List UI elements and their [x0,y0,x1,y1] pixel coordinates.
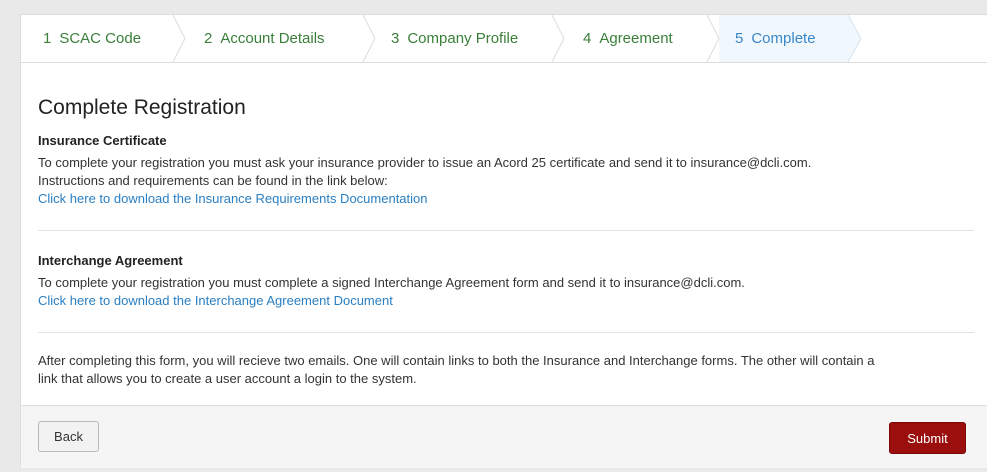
step-complete[interactable]: 5 Complete [735,15,816,62]
step-label: Company Profile [407,30,519,47]
active-step-chevron [848,15,862,62]
email-note-line2: link that allows you to create a user ac… [38,371,417,386]
step-number: 1 [43,30,52,47]
interchange-text-line1: To complete your registration you must c… [38,275,745,290]
step-agreement[interactable]: 4 Agreement [583,15,673,62]
step-number: 2 [204,30,213,47]
step-separator-chevron [551,15,565,62]
step-number: 4 [583,30,592,47]
back-button[interactable]: Back [38,421,99,452]
email-note: After completing this form, you will rec… [38,352,976,388]
step-label: Agreement [599,30,673,47]
insurance-section: Insurance Certificate To complete your r… [38,133,976,208]
page-title: Complete Registration [38,96,246,119]
insurance-download-link[interactable]: Click here to download the Insurance Req… [38,190,428,208]
insurance-text-line1: To complete your registration you must a… [38,155,812,170]
interchange-download-link[interactable]: Click here to download the Interchange A… [38,292,393,310]
step-label: Account Details [220,30,325,47]
interchange-section: Interchange Agreement To complete your r… [38,253,976,310]
step-company-profile[interactable]: 3 Company Profile [391,15,518,62]
step-label: Complete [751,30,816,47]
step-label: SCAC Code [59,30,142,47]
step-separator-chevron [172,15,186,62]
step-scac-code[interactable]: 1 SCAC Code [43,15,141,62]
step-separator-chevron [706,15,720,62]
section-divider [38,332,974,333]
section-divider [38,230,974,231]
interchange-heading: Interchange Agreement [38,253,183,268]
step-separator-chevron [362,15,376,62]
insurance-text-line2: Instructions and requirements can be fou… [38,173,388,188]
step-number: 5 [735,30,744,47]
submit-button[interactable]: Submit [889,422,966,454]
step-account-details[interactable]: 2 Account Details [204,15,325,62]
email-note-line1: After completing this form, you will rec… [38,353,875,368]
insurance-heading: Insurance Certificate [38,133,167,148]
wizard-steps: 1 SCAC Code 2 Account Details 3 Company Pro… [21,15,987,63]
step-number: 3 [391,30,400,47]
registration-panel: 1 SCAC Code 2 Account Details 3 Company Pro… [20,14,987,468]
form-footer: Back Submit [21,405,987,468]
